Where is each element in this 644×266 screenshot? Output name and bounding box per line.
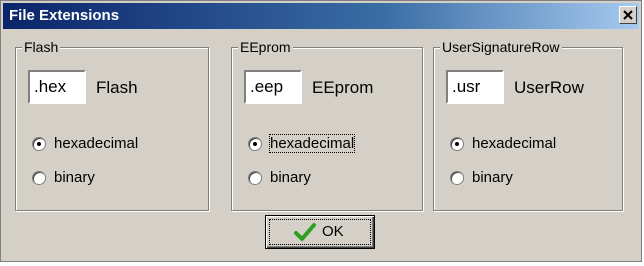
file-extensions-dialog: File Extensions Flash .hex Flash hexadec… xyxy=(0,0,642,262)
group-legend-user-signature-row: UserSignatureRow xyxy=(440,39,562,55)
group-flash: Flash .hex Flash hexadecimal binary xyxy=(15,39,209,211)
eeprom-extension-label: EEprom xyxy=(312,78,374,97)
radio-label: hexadecimal xyxy=(54,135,139,153)
usersignature-radio-binary[interactable]: binary xyxy=(450,168,513,188)
usersignature-extension-input[interactable]: .usr xyxy=(446,70,504,104)
dialog-title: File Extensions xyxy=(9,7,120,24)
eeprom-radio-hexadecimal[interactable]: hexadecimal xyxy=(248,134,356,154)
radio-checked-icon[interactable] xyxy=(32,137,46,152)
close-icon xyxy=(623,10,633,20)
flash-extension-label: Flash xyxy=(96,78,138,97)
group-legend-flash: Flash xyxy=(22,39,61,55)
radio-unchecked-icon[interactable] xyxy=(32,171,46,186)
focus-rect xyxy=(269,219,371,245)
close-button[interactable] xyxy=(619,6,637,24)
radio-label: hexadecimal xyxy=(472,135,557,153)
checkmark-icon xyxy=(294,223,316,241)
flash-radio-hexadecimal[interactable]: hexadecimal xyxy=(32,134,138,154)
usersignature-radio-hexadecimal[interactable]: hexadecimal xyxy=(450,134,556,154)
group-legend-eeprom: EEprom xyxy=(238,39,293,55)
radio-label: binary xyxy=(54,169,95,187)
ok-button-label: OK xyxy=(322,223,344,240)
usersignature-extension-label: UserRow xyxy=(514,78,584,97)
group-eeprom: EEprom .eep EEprom hexadecimal binary xyxy=(231,39,423,211)
radio-checked-icon[interactable] xyxy=(450,137,464,152)
eeprom-radio-binary[interactable]: binary xyxy=(248,168,311,188)
radio-label: hexadecimal xyxy=(268,134,356,154)
radio-unchecked-icon[interactable] xyxy=(248,171,262,186)
radio-unchecked-icon[interactable] xyxy=(450,171,464,186)
radio-label: binary xyxy=(472,169,513,187)
group-user-signature-row: UserSignatureRow .usr UserRow hexadecima… xyxy=(433,39,623,211)
radio-label: binary xyxy=(270,169,311,187)
flash-radio-binary[interactable]: binary xyxy=(32,168,95,188)
eeprom-extension-input[interactable]: .eep xyxy=(244,70,302,104)
flash-extension-input[interactable]: .hex xyxy=(28,70,86,104)
radio-checked-icon[interactable] xyxy=(248,137,262,152)
ok-button[interactable]: OK xyxy=(265,215,375,249)
title-bar[interactable]: File Extensions xyxy=(3,3,639,29)
